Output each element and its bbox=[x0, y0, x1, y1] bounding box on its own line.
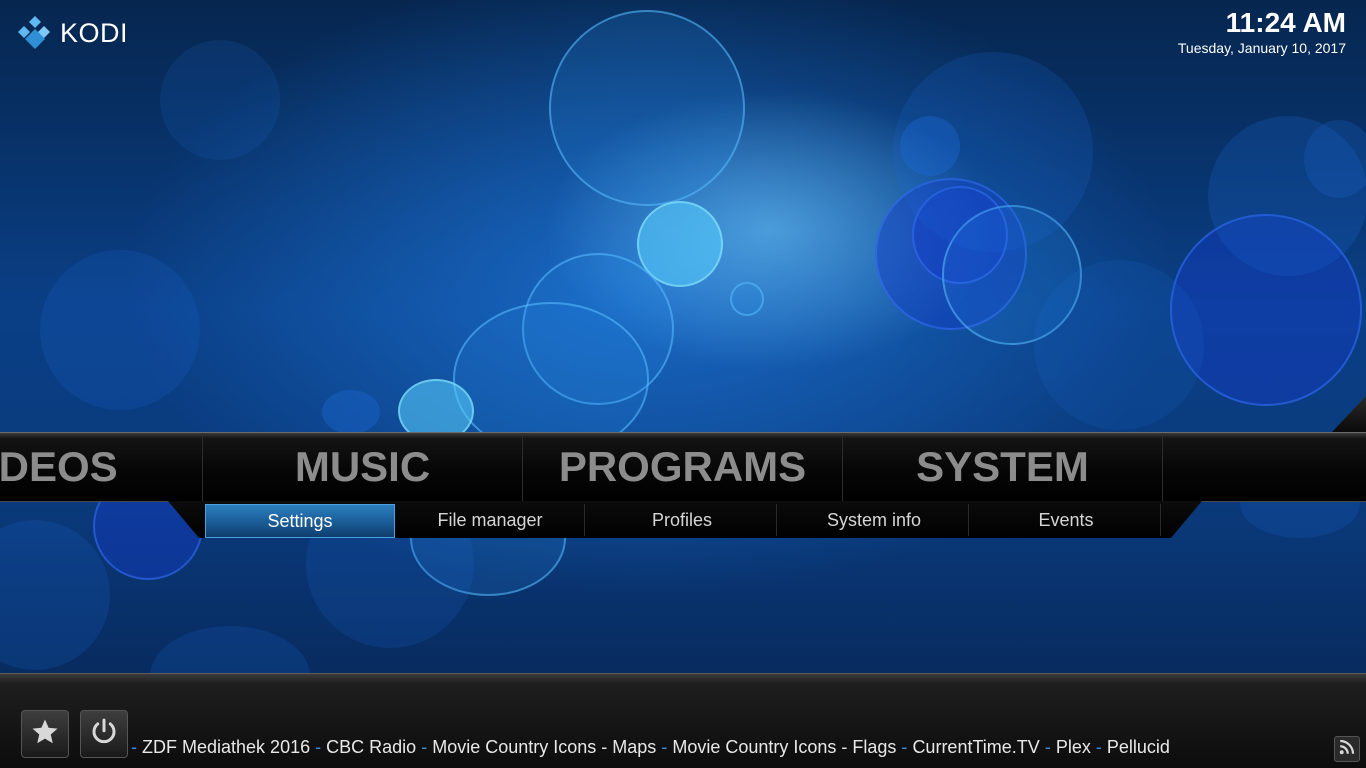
main-menu-notch bbox=[1332, 396, 1366, 432]
submenu-item-settings[interactable]: Settings bbox=[205, 504, 395, 538]
submenu-item-file-manager[interactable]: File manager bbox=[396, 504, 585, 536]
main-menu-item-videos[interactable]: IDEOS bbox=[0, 433, 203, 501]
ticker-item: Pellucid bbox=[1106, 737, 1170, 757]
submenu-item-label: Events bbox=[1038, 509, 1094, 530]
submenu-item-label: Profiles bbox=[651, 509, 713, 530]
main-menu-item-label: MUSIC bbox=[294, 443, 431, 490]
ticker-separator: - bbox=[661, 737, 668, 757]
ticker-item: CurrentTime.TV bbox=[912, 737, 1040, 757]
power-button[interactable] bbox=[80, 710, 128, 758]
kodi-logo-text: KODI bbox=[60, 17, 129, 48]
rss-icon bbox=[1338, 738, 1356, 761]
ticker-item: Movie Country Icons - Maps bbox=[432, 737, 657, 757]
ticker-separator: - bbox=[1095, 737, 1102, 757]
ticker-item: ZDF Mediathek 2016 bbox=[142, 737, 311, 757]
star-icon bbox=[30, 717, 60, 752]
main-menu-item-label: SYSTEM bbox=[916, 443, 1089, 490]
clock-time: 11:24 AM bbox=[1225, 7, 1346, 38]
ticker-item: CBC Radio bbox=[326, 737, 417, 757]
kodi-logo-icon bbox=[16, 14, 54, 52]
submenu-item-label: File manager bbox=[437, 509, 543, 530]
favourites-button[interactable] bbox=[21, 710, 69, 758]
submenu-item-events[interactable]: Events bbox=[972, 504, 1161, 536]
ticker-separator: - bbox=[131, 737, 137, 757]
ticker-item: Plex bbox=[1055, 737, 1091, 757]
main-menu-item-label: PROGRAMS bbox=[558, 443, 807, 490]
main-menu-item-system[interactable]: SYSTEM bbox=[843, 433, 1163, 501]
power-icon bbox=[89, 717, 119, 752]
main-menu-item-programs[interactable]: PROGRAMS bbox=[523, 433, 843, 501]
rss-ticker: - ZDF Mediathek 2016 - CBC Radio - Movie… bbox=[131, 736, 1170, 758]
ticker-item: Movie Country Icons - Flags bbox=[672, 737, 897, 757]
clock-date: Tuesday, January 10, 2017 bbox=[1177, 40, 1346, 56]
submenu-item-label: Settings bbox=[267, 510, 333, 531]
main-menu-item-label: IDEOS bbox=[0, 443, 118, 490]
main-menu: IDEOS MUSIC PROGRAMS SYSTEM bbox=[0, 432, 1366, 502]
ticker-separator: - bbox=[901, 737, 908, 757]
clock: 11:24 AM Tuesday, January 10, 2017 bbox=[1178, 6, 1346, 56]
ticker-separator: - bbox=[1044, 737, 1051, 757]
kodi-logo: KODI bbox=[16, 14, 128, 52]
kodi-home-screen: KODI 11:24 AM Tuesday, January 10, 2017 … bbox=[0, 0, 1366, 768]
submenu-item-label: System info bbox=[826, 509, 922, 530]
submenu-item-profiles[interactable]: Profiles bbox=[588, 504, 777, 536]
rss-button[interactable] bbox=[1334, 736, 1360, 762]
ticker-separator: - bbox=[315, 737, 322, 757]
submenu-item-system-info[interactable]: System info bbox=[780, 504, 969, 536]
main-menu-item-music[interactable]: MUSIC bbox=[203, 433, 523, 501]
ticker-separator: - bbox=[421, 737, 428, 757]
